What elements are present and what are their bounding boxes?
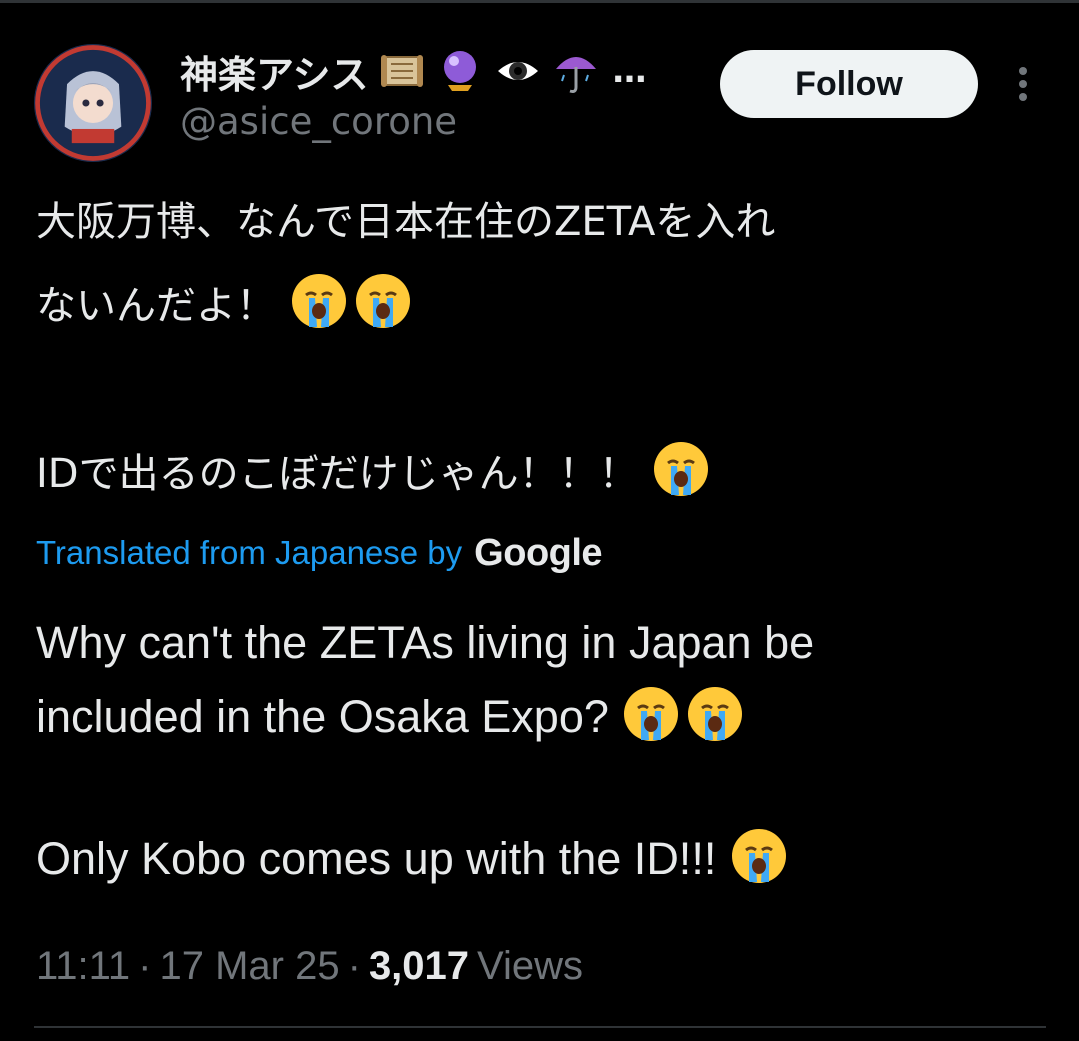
tweet-translation-text: Why can't the ZETAs living in Japan be i… xyxy=(36,606,1046,896)
tweet-meta: 11:11 · 17 Mar 25 · 3,017 Views xyxy=(36,936,583,996)
loudly-crying-face-icon xyxy=(289,271,349,331)
loudly-crying-face-icon xyxy=(685,684,745,744)
name-overflow-ellipsis: … xyxy=(612,51,647,91)
more-options-icon[interactable] xyxy=(1008,64,1038,104)
original-line-3-text: IDで出るのこぼだけじゃん！！！ xyxy=(36,451,639,497)
author-handle[interactable]: @asice_corone xyxy=(180,100,457,143)
follow-button[interactable]: Follow xyxy=(720,50,978,118)
scroll-icon xyxy=(378,47,426,95)
original-line-2-text: ないんだよ！ xyxy=(36,283,276,329)
translation-line-1: Why can't the ZETAs living in Japan be xyxy=(36,617,815,668)
bottom-divider xyxy=(34,1026,1046,1028)
original-line-3: IDで出るのこぼだけじゃん！！！ xyxy=(36,432,1046,516)
umbrella-icon xyxy=(552,47,600,95)
meta-separator: · xyxy=(347,943,361,988)
avatar[interactable] xyxy=(34,44,152,162)
tweet-date[interactable]: 17 Mar 25 xyxy=(160,944,340,989)
top-divider xyxy=(0,0,1079,3)
google-logo: Google xyxy=(474,531,603,574)
meta-separator: · xyxy=(138,943,152,988)
views-label: Views xyxy=(477,943,584,988)
eye-icon xyxy=(494,47,542,95)
loudly-crying-face-icon xyxy=(621,684,681,744)
translation-line-2-text: included in the Osaka Expo? xyxy=(36,691,609,742)
views-count: 3,017 xyxy=(368,943,470,988)
translated-from-label[interactable]: Translated from Japanese by xyxy=(36,534,462,572)
loudly-crying-face-icon xyxy=(353,271,413,331)
original-line-1: 大阪万博、なんで日本在住のZETAを入れ xyxy=(36,199,776,245)
translation-line-2: included in the Osaka Expo? xyxy=(36,680,1046,754)
original-line-2: ないんだよ！ xyxy=(36,264,1046,348)
loudly-crying-face-icon xyxy=(651,439,711,499)
author-display-name-row[interactable]: 神楽アシス … xyxy=(180,40,646,102)
translation-line-3-text: Only Kobo comes up with the ID!!! xyxy=(36,833,717,884)
tweet-original-text: 大阪万博、なんで日本在住のZETAを入れ ないんだよ！ IDで出るのこぼだけじゃ… xyxy=(36,180,1046,516)
translation-attribution[interactable]: Translated from Japanese by Google xyxy=(36,528,603,578)
tweet-time[interactable]: 11:11 xyxy=(36,944,130,989)
loudly-crying-face-icon xyxy=(729,826,789,886)
crystal-ball-icon xyxy=(436,47,484,95)
author-display-name[interactable]: 神楽アシス xyxy=(180,44,368,99)
translation-line-3: Only Kobo comes up with the ID!!! xyxy=(36,822,1046,896)
